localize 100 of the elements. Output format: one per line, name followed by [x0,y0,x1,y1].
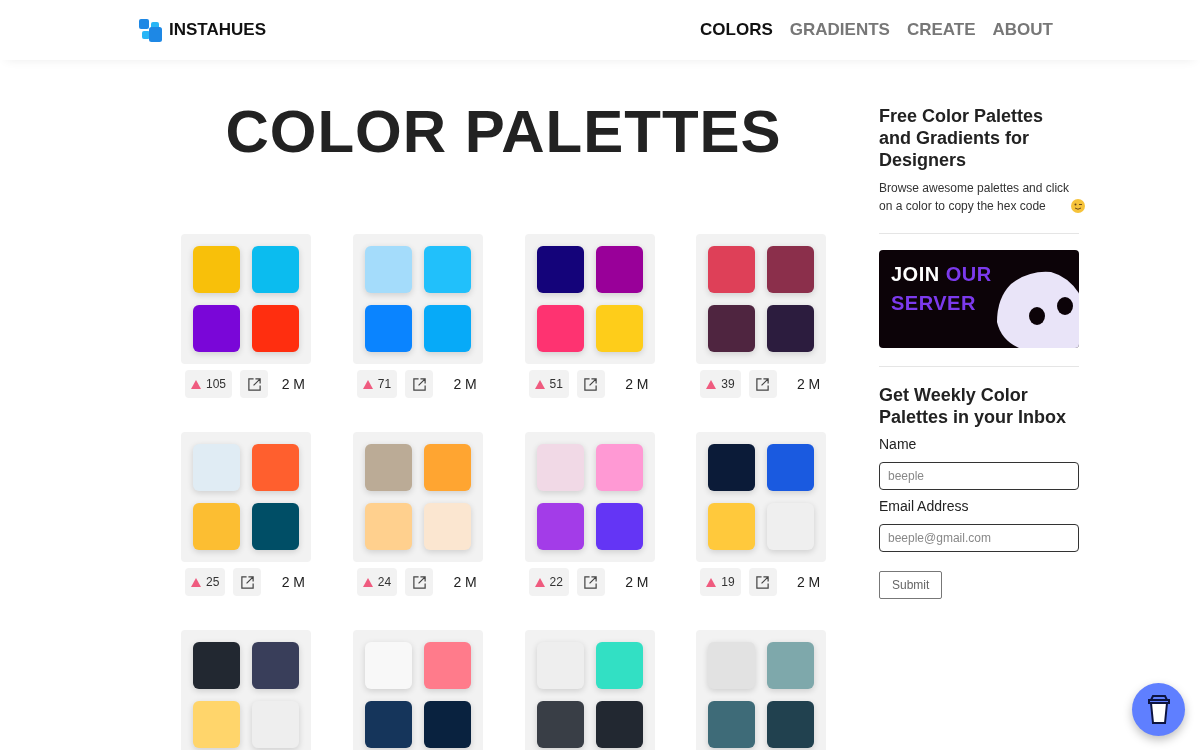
color-swatch[interactable] [193,246,240,293]
color-swatch[interactable] [536,305,584,352]
palette-card[interactable] [181,432,311,562]
color-swatch[interactable] [193,503,240,550]
coffee-cup-icon [1146,694,1171,725]
color-swatch[interactable] [595,305,643,352]
sidebar-description: Browse awesome palettes and click on a color to copy the hex code [879,180,1071,215]
color-swatch[interactable] [767,305,815,352]
color-swatch[interactable] [595,503,643,550]
color-swatch[interactable] [193,642,240,689]
color-swatch[interactable] [708,305,756,352]
banner-text: SERVER [891,291,976,316]
external-link-icon [583,376,599,392]
color-swatch[interactable] [364,305,412,352]
color-swatch[interactable] [252,503,299,550]
palette-card[interactable] [352,630,483,750]
color-swatch[interactable] [364,642,412,689]
server-banner[interactable]: JOIN OUR SERVER [879,250,1079,348]
submit-button[interactable]: Submit [879,571,943,599]
view-count: 2 M [453,572,477,592]
color-swatch[interactable] [536,642,584,689]
external-link-icon [755,574,771,590]
banner-text: JOIN [891,262,940,287]
color-swatch[interactable] [193,305,240,352]
color-swatch[interactable] [595,246,643,293]
like-button[interactable]: 71 [356,370,398,398]
color-swatch[interactable] [423,701,471,748]
like-button[interactable]: 39 [700,370,741,398]
palette-card[interactable] [696,630,827,750]
banner-text: OUR [945,262,992,287]
color-swatch[interactable] [708,701,756,748]
like-button[interactable]: 24 [356,568,398,596]
nav-link[interactable]: ABOUT [992,17,1053,43]
color-swatch[interactable] [252,642,299,689]
color-swatch[interactable] [595,701,643,748]
color-swatch[interactable] [423,305,471,352]
nav-link[interactable]: COLORS [700,17,773,43]
color-swatch[interactable] [708,246,756,293]
open-link-button[interactable] [748,370,777,398]
color-swatch[interactable] [595,642,643,689]
triangle-icon [534,577,545,587]
coffee-button[interactable] [1132,683,1185,736]
color-swatch[interactable] [364,444,412,491]
text-field[interactable]: beeple [879,462,1079,490]
color-swatch[interactable] [423,642,471,689]
color-swatch[interactable] [193,444,240,491]
text-field[interactable]: beeple@gmail.com [879,524,1079,552]
color-swatch[interactable] [767,503,815,550]
view-count: 2 M [796,374,821,394]
like-button[interactable]: 25 [185,568,226,596]
color-swatch[interactable] [252,701,299,748]
color-swatch[interactable] [708,444,756,491]
color-swatch[interactable] [536,246,584,293]
color-swatch[interactable] [767,246,815,293]
color-swatch[interactable] [708,642,756,689]
palette-card[interactable] [181,630,311,750]
color-swatch[interactable] [364,246,412,293]
external-link-icon [411,574,427,590]
view-count: 2 M [796,572,821,592]
color-swatch[interactable] [767,444,815,491]
palette-card[interactable] [524,630,655,750]
color-swatch[interactable] [193,701,240,748]
open-link-button[interactable] [405,370,434,398]
triangle-icon [191,379,201,389]
color-swatch[interactable] [423,246,471,293]
open-link-button[interactable] [240,370,269,398]
color-swatch[interactable] [423,444,471,491]
color-swatch[interactable] [252,444,299,491]
newsletter-heading: Get Weekly Color Palettes in your Inbox [879,384,1068,428]
triangle-icon [534,379,545,389]
palette-card[interactable] [696,432,827,562]
palette-card[interactable] [524,234,655,364]
color-swatch[interactable] [767,642,815,689]
open-link-button[interactable] [233,568,262,596]
color-swatch[interactable] [708,503,756,550]
color-swatch[interactable] [423,503,471,550]
palette-card[interactable] [696,234,827,364]
nav-link[interactable]: CREATE [906,17,976,43]
palette-card[interactable] [181,234,311,364]
triangle-icon [362,379,373,389]
sidebar-heading: Free Color Palettes and Gradients for Designers [879,105,1045,171]
nav-link[interactable]: GRADIENTS [789,17,890,43]
color-swatch[interactable] [252,246,299,293]
like-button[interactable]: 19 [700,568,741,596]
color-swatch[interactable] [364,503,412,550]
open-link-button[interactable] [405,568,434,596]
like-button[interactable]: 105 [185,370,233,398]
color-swatch[interactable] [364,701,412,748]
color-swatch[interactable] [767,701,815,748]
like-button[interactable]: 22 [528,568,569,596]
color-swatch[interactable] [536,701,584,748]
color-swatch[interactable] [252,305,299,352]
like-button[interactable]: 51 [528,370,569,398]
open-link-button[interactable] [576,370,605,398]
page-title: COLOR PALETTES [224,102,783,162]
color-swatch[interactable] [595,444,643,491]
open-link-button[interactable] [748,568,777,596]
color-swatch[interactable] [536,503,584,550]
color-swatch[interactable] [536,444,584,491]
open-link-button[interactable] [576,568,605,596]
